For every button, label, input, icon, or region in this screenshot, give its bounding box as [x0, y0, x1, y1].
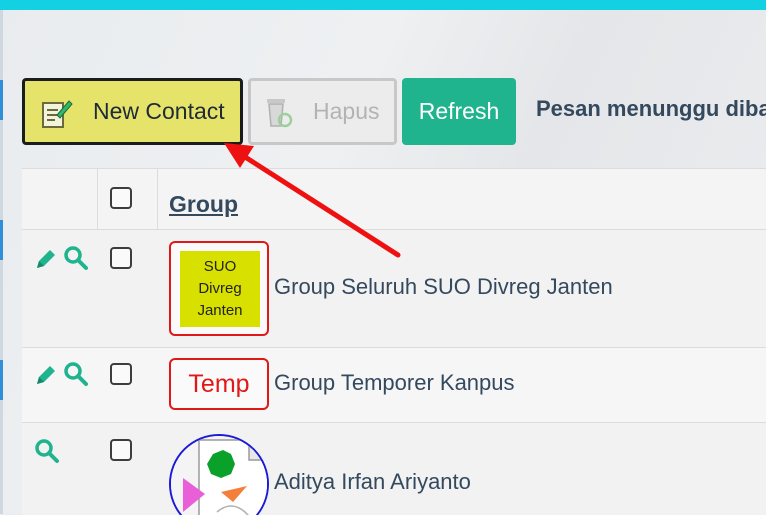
- avatar-image: [171, 436, 267, 515]
- group-badge: Temp: [169, 358, 269, 410]
- row-checkbox[interactable]: [110, 439, 132, 461]
- badge-text: SUO Divreg Janten: [180, 251, 260, 327]
- select-all-checkbox[interactable]: [110, 187, 132, 209]
- left-tab[interactable]: [0, 80, 3, 120]
- left-tab[interactable]: [0, 360, 3, 400]
- row-name[interactable]: Group Seluruh SUO Divreg Janten: [274, 274, 613, 300]
- status-message: Pesan menunggu diba: [536, 96, 766, 121]
- group-column-header[interactable]: Group: [169, 191, 238, 218]
- edit-icon[interactable]: [33, 362, 59, 388]
- left-tab[interactable]: [0, 220, 3, 260]
- edit-icon[interactable]: [33, 246, 59, 272]
- new-contact-icon: [42, 99, 73, 128]
- search-icon[interactable]: [62, 360, 90, 388]
- refresh-button[interactable]: Refresh: [402, 78, 516, 145]
- table-header-row: Group: [22, 169, 766, 230]
- search-icon[interactable]: [33, 437, 61, 465]
- badge-line: SUO: [203, 258, 237, 275]
- row-checkbox[interactable]: [110, 247, 132, 269]
- group-table: Group Group Seluruh SUO Divreg Janten Gr…: [22, 168, 766, 515]
- table-row: Group Temporer Kanpus: [22, 348, 766, 423]
- row-name[interactable]: Aditya Irfan Ariyanto: [274, 469, 471, 495]
- badge-line: Divreg: [198, 280, 242, 297]
- refresh-label: Refresh: [418, 98, 500, 124]
- top-bar: [0, 0, 766, 10]
- badge-text: Temp: [188, 369, 250, 398]
- table-row: Group Seluruh SUO Divreg Janten: [22, 230, 766, 348]
- new-contact-label: New Contact: [93, 98, 225, 124]
- trash-icon: [267, 98, 293, 127]
- hapus-label: Hapus: [313, 98, 380, 124]
- search-icon[interactable]: [62, 244, 90, 272]
- table-row: Aditya Irfan Ariyanto: [22, 423, 766, 515]
- group-badge: SUO Divreg Janten: [169, 241, 269, 336]
- badge-line: Janten: [197, 302, 243, 319]
- row-name[interactable]: Group Temporer Kanpus: [274, 370, 515, 396]
- row-checkbox[interactable]: [110, 363, 132, 385]
- new-contact-button[interactable]: New Contact: [22, 78, 243, 145]
- hapus-button[interactable]: Hapus: [248, 78, 397, 145]
